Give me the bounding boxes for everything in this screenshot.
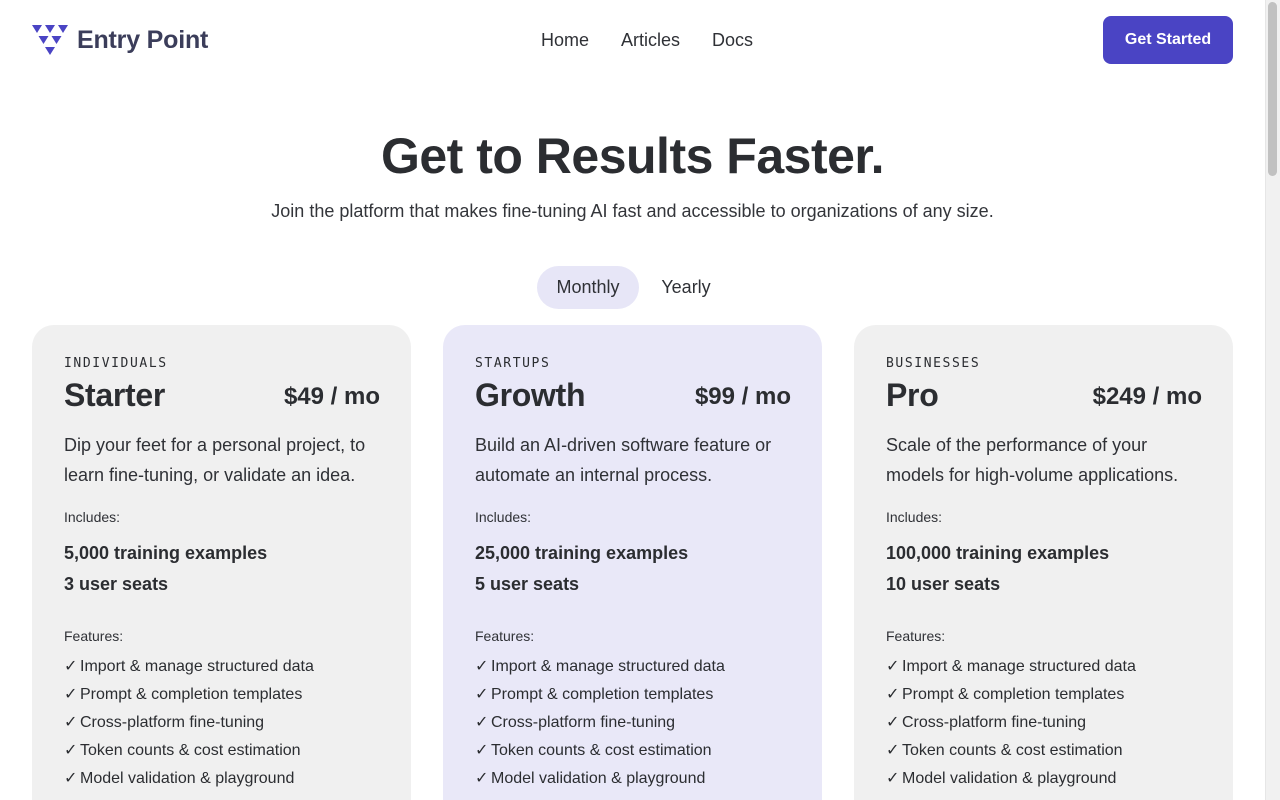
feature-item: ✓ Cross-platform fine-tuning (886, 709, 1136, 737)
plan-name: Pro (886, 377, 939, 413)
plan-name: Growth (475, 377, 586, 413)
feature-text: Import & manage structured data (80, 658, 314, 675)
includes-label: Includes: (886, 509, 943, 525)
includes-item: 5 user seats (475, 574, 580, 594)
feature-text: Token counts & cost estimation (491, 742, 712, 759)
check-icon: ✓ (64, 742, 78, 759)
nav-link-articles[interactable]: Articles (621, 28, 680, 52)
brand-logo-link[interactable]: Entry Point (32, 22, 208, 58)
feature-text: Cross-platform fine-tuning (80, 714, 265, 731)
feature-item: ✓ Prompt & completion templates (64, 681, 314, 709)
check-icon: ✓ (886, 742, 900, 759)
feature-item: ✓ Import & manage structured data (886, 653, 1136, 681)
hero-subtitle: Join the platform that makes fine-tuning… (271, 201, 994, 221)
features-list: ✓ Import & manage structured data ✓ Prompt… (475, 653, 725, 793)
feature-text: Model validation & playground (80, 770, 295, 787)
features-label: Features: (886, 628, 946, 644)
feature-text: Cross-platform fine-tuning (902, 714, 1087, 731)
scrollbar-thumb[interactable] (1268, 2, 1277, 176)
feature-item: ✓ Token counts & cost estimation (64, 737, 314, 765)
plan-description: Scale of the performance of your models … (886, 435, 1179, 485)
pricing-card-pro: BUSINESSES Pro $249 / mo Scale of the pe… (854, 325, 1233, 800)
feature-item: ✓ Token counts & cost estimation (475, 737, 725, 765)
feature-text: Prompt & completion templates (491, 686, 714, 703)
check-icon: ✓ (886, 714, 900, 731)
includes-item: 10 user seats (886, 574, 1001, 594)
includes-item: 100,000 training examples (886, 543, 1110, 563)
feature-item: ✓ Import & manage structured data (64, 653, 314, 681)
feature-item: ✓ Model validation & playground (64, 765, 314, 793)
includes-item: 3 user seats (64, 574, 169, 594)
feature-text: Model validation & playground (902, 770, 1117, 787)
feature-text: Token counts & cost estimation (902, 742, 1123, 759)
feature-item: ✓ Prompt & completion templates (475, 681, 725, 709)
feature-text: Import & manage structured data (491, 658, 725, 675)
feature-item: ✓ Cross-platform fine-tuning (64, 709, 314, 737)
feature-item: ✓ Cross-platform fine-tuning (475, 709, 725, 737)
page-scrollbar[interactable] (1265, 0, 1280, 800)
feature-item: ✓ Model validation & playground (886, 765, 1136, 793)
includes-item: 5,000 training examples (64, 543, 268, 563)
features-label: Features: (64, 628, 124, 644)
includes-list: 100,000 training examples 10 user seats (886, 538, 1109, 600)
hero-title: Get to Results Faster. (380, 128, 885, 184)
plan-description: Dip your feet for a personal project, to… (64, 435, 366, 485)
feature-text: Token counts & cost estimation (80, 742, 301, 759)
check-icon: ✓ (475, 714, 489, 731)
check-icon: ✓ (886, 658, 900, 675)
plan-price: $249 / mo (1092, 383, 1202, 410)
feature-item: ✓ Token counts & cost estimation (886, 737, 1136, 765)
check-icon: ✓ (64, 686, 78, 703)
includes-label: Includes: (64, 509, 121, 525)
main-nav: Home Articles Docs (541, 28, 753, 52)
billing-option-yearly[interactable]: Yearly (639, 266, 733, 309)
pricing-card-growth: STARTUPS Growth $99 / mo Build an AI-dri… (443, 325, 822, 800)
plan-tier: STARTUPS (475, 356, 551, 371)
check-icon: ✓ (475, 686, 489, 703)
plan-name: Starter (64, 377, 166, 413)
feature-item: ✓ Model validation & playground (475, 765, 725, 793)
plan-description: Build an AI-driven software feature or a… (475, 435, 772, 485)
get-started-button[interactable]: Get Started (1103, 16, 1233, 64)
feature-text: Prompt & completion templates (902, 686, 1125, 703)
check-icon: ✓ (886, 686, 900, 703)
nav-link-docs[interactable]: Docs (712, 28, 753, 52)
includes-label: Includes: (475, 509, 532, 525)
includes-list: 25,000 training examples 5 user seats (475, 538, 688, 600)
feature-text: Model validation & playground (491, 770, 706, 787)
brand-name: Entry Point (77, 25, 209, 54)
check-icon: ✓ (886, 770, 900, 787)
includes-item: 25,000 training examples (475, 543, 689, 563)
feature-item: ✓ Import & manage structured data (475, 653, 725, 681)
nav-link-home[interactable]: Home (541, 28, 589, 52)
plan-tier: INDIVIDUALS (64, 356, 168, 371)
site-header: Entry Point Home Articles Docs Get Start… (0, 0, 1265, 80)
triangle-grid-logo-icon (32, 25, 68, 55)
plan-price: $99 / mo (694, 383, 791, 410)
features-list: ✓ Import & manage structured data ✓ Prompt… (886, 653, 1136, 793)
plan-price: $49 / mo (283, 383, 380, 410)
check-icon: ✓ (64, 770, 78, 787)
billing-option-monthly[interactable]: Monthly (537, 266, 639, 309)
includes-list: 5,000 training examples 3 user seats (64, 538, 267, 600)
feature-text: Cross-platform fine-tuning (491, 714, 676, 731)
check-icon: ✓ (475, 658, 489, 675)
feature-text: Prompt & completion templates (80, 686, 303, 703)
feature-item: ✓ Prompt & completion templates (886, 681, 1136, 709)
check-icon: ✓ (475, 742, 489, 759)
billing-period-toggle: Monthly Yearly (537, 266, 733, 309)
check-icon: ✓ (64, 658, 78, 675)
features-list: ✓ Import & manage structured data ✓ Prompt… (64, 653, 314, 793)
check-icon: ✓ (475, 770, 489, 787)
plan-tier: BUSINESSES (886, 356, 981, 371)
check-icon: ✓ (64, 714, 78, 731)
feature-text: Import & manage structured data (902, 658, 1136, 675)
features-label: Features: (475, 628, 535, 644)
pricing-card-starter: INDIVIDUALS Starter $49 / mo Dip your fe… (32, 325, 411, 800)
